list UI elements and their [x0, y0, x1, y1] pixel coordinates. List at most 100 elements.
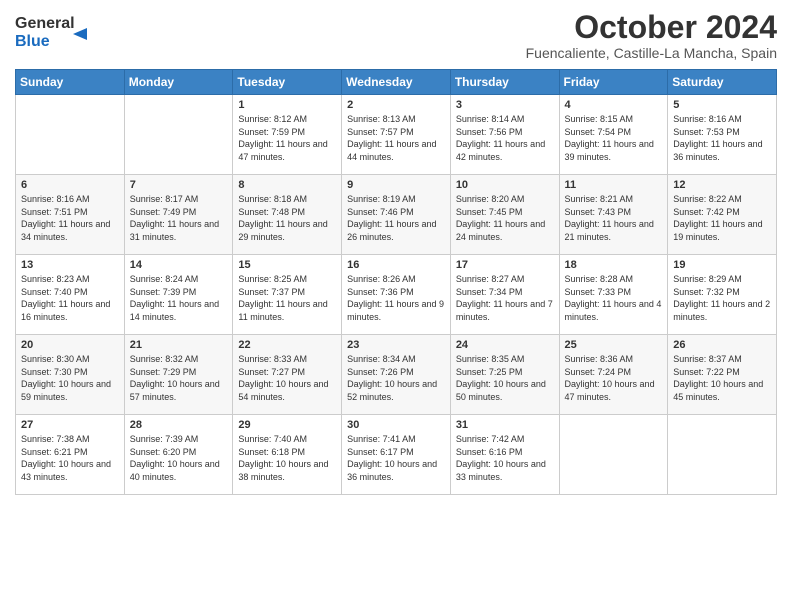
weekday-header-sunday: Sunday — [16, 70, 125, 95]
weekday-header-row: SundayMondayTuesdayWednesdayThursdayFrid… — [16, 70, 777, 95]
day-cell — [124, 95, 233, 175]
day-cell: 4 Sunrise: 8:15 AM Sunset: 7:54 PM Daylig… — [559, 95, 668, 175]
day-cell: 11 Sunrise: 8:21 AM Sunset: 7:43 PM Dayli… — [559, 175, 668, 255]
day-info: Sunrise: 8:36 AM Sunset: 7:24 PM Dayligh… — [565, 353, 663, 403]
day-number: 31 — [456, 419, 554, 431]
day-info: Sunrise: 8:14 AM Sunset: 7:56 PM Dayligh… — [456, 113, 554, 163]
day-number: 18 — [565, 259, 663, 271]
day-info: Sunrise: 8:13 AM Sunset: 7:57 PM Dayligh… — [347, 113, 445, 163]
day-info: Sunrise: 8:17 AM Sunset: 7:49 PM Dayligh… — [130, 193, 228, 243]
day-info: Sunrise: 8:29 AM Sunset: 7:32 PM Dayligh… — [673, 273, 771, 323]
day-number: 2 — [347, 99, 445, 111]
day-cell: 3 Sunrise: 8:14 AM Sunset: 7:56 PM Daylig… — [450, 95, 559, 175]
day-number: 29 — [238, 419, 336, 431]
day-number: 12 — [673, 179, 771, 191]
day-cell: 16Sunrise: 8:26 AM Sunset: 7:36 PM Dayli… — [342, 255, 451, 335]
day-cell: 26 Sunrise: 8:37 AM Sunset: 7:22 PM Dayli… — [668, 335, 777, 415]
day-number: 10 — [456, 179, 554, 191]
week-row-2: 6 Sunrise: 8:16 AM Sunset: 7:51 PM Daylig… — [16, 175, 777, 255]
weekday-header-saturday: Saturday — [668, 70, 777, 95]
day-info: Sunrise: 8:18 AM Sunset: 7:48 PM Dayligh… — [238, 193, 336, 243]
day-info: Sunrise: 8:30 AM Sunset: 7:30 PM Dayligh… — [21, 353, 119, 403]
week-row-4: 20 Sunrise: 8:30 AM Sunset: 7:30 PM Dayli… — [16, 335, 777, 415]
day-number: 17 — [456, 259, 554, 271]
week-row-3: 13 Sunrise: 8:23 AM Sunset: 7:40 PM Dayli… — [16, 255, 777, 335]
day-cell — [559, 415, 668, 495]
day-cell: 25 Sunrise: 8:36 AM Sunset: 7:24 PM Dayli… — [559, 335, 668, 415]
day-cell: 7 Sunrise: 8:17 AM Sunset: 7:49 PM Daylig… — [124, 175, 233, 255]
logo: General Blue — [15, 10, 95, 52]
day-cell: 28Sunrise: 7:39 AM Sunset: 6:20 PM Dayli… — [124, 415, 233, 495]
day-number: 3 — [456, 99, 554, 111]
day-cell: 12 Sunrise: 8:22 AM Sunset: 7:42 PM Dayli… — [668, 175, 777, 255]
day-cell: 9 Sunrise: 8:19 AM Sunset: 7:46 PM Daylig… — [342, 175, 451, 255]
day-cell: 1 Sunrise: 8:12 AM Sunset: 7:59 PM Daylig… — [233, 95, 342, 175]
day-cell: 17 Sunrise: 8:27 AM Sunset: 7:34 PM Dayli… — [450, 255, 559, 335]
day-info: Sunrise: 8:23 AM Sunset: 7:40 PM Dayligh… — [21, 273, 119, 323]
day-number: 25 — [565, 339, 663, 351]
day-info: Sunrise: 8:34 AM Sunset: 7:26 PM Dayligh… — [347, 353, 445, 403]
day-number: 15 — [238, 259, 336, 271]
day-number: 24 — [456, 339, 554, 351]
day-info: Sunrise: 8:15 AM Sunset: 7:54 PM Dayligh… — [565, 113, 663, 163]
day-info: Sunrise: 8:26 AM Sunset: 7:36 PM Dayligh… — [347, 273, 445, 323]
day-number: 19 — [673, 259, 771, 271]
title-block: October 2024 Fuencaliente, Castille-La M… — [526, 10, 777, 61]
weekday-header-thursday: Thursday — [450, 70, 559, 95]
day-info: Sunrise: 7:40 AM Sunset: 6:18 PM Dayligh… — [238, 433, 336, 483]
day-number: 22 — [238, 339, 336, 351]
month-title: October 2024 — [526, 10, 777, 45]
day-number: 1 — [238, 99, 336, 111]
day-cell: 14Sunrise: 8:24 AM Sunset: 7:39 PM Dayli… — [124, 255, 233, 335]
day-cell: 22 Sunrise: 8:33 AM Sunset: 7:27 PM Dayli… — [233, 335, 342, 415]
day-info: Sunrise: 8:32 AM Sunset: 7:29 PM Dayligh… — [130, 353, 228, 403]
day-cell: 2 Sunrise: 8:13 AM Sunset: 7:57 PM Daylig… — [342, 95, 451, 175]
day-info: Sunrise: 8:27 AM Sunset: 7:34 PM Dayligh… — [456, 273, 554, 323]
day-info: Sunrise: 7:39 AM Sunset: 6:20 PM Dayligh… — [130, 433, 228, 483]
day-info: Sunrise: 8:19 AM Sunset: 7:46 PM Dayligh… — [347, 193, 445, 243]
day-info: Sunrise: 8:28 AM Sunset: 7:33 PM Dayligh… — [565, 273, 663, 323]
day-cell: 23 Sunrise: 8:34 AM Sunset: 7:26 PM Dayli… — [342, 335, 451, 415]
day-number: 6 — [21, 179, 119, 191]
day-number: 21 — [130, 339, 228, 351]
day-number: 30 — [347, 419, 445, 431]
day-info: Sunrise: 8:37 AM Sunset: 7:22 PM Dayligh… — [673, 353, 771, 403]
day-info: Sunrise: 8:16 AM Sunset: 7:51 PM Dayligh… — [21, 193, 119, 243]
day-info: Sunrise: 7:38 AM Sunset: 6:21 PM Dayligh… — [21, 433, 119, 483]
day-info: Sunrise: 7:42 AM Sunset: 6:16 PM Dayligh… — [456, 433, 554, 483]
day-info: Sunrise: 8:21 AM Sunset: 7:43 PM Dayligh… — [565, 193, 663, 243]
calendar-table: SundayMondayTuesdayWednesdayThursdayFrid… — [15, 69, 777, 495]
weekday-header-wednesday: Wednesday — [342, 70, 451, 95]
day-cell: 21 Sunrise: 8:32 AM Sunset: 7:29 PM Dayli… — [124, 335, 233, 415]
day-info: Sunrise: 8:24 AM Sunset: 7:39 PM Dayligh… — [130, 273, 228, 323]
svg-text:Blue: Blue — [15, 33, 50, 50]
day-number: 7 — [130, 179, 228, 191]
day-info: Sunrise: 8:16 AM Sunset: 7:53 PM Dayligh… — [673, 113, 771, 163]
logo-svg: General Blue — [15, 10, 95, 52]
day-cell: 27Sunrise: 7:38 AM Sunset: 6:21 PM Dayli… — [16, 415, 125, 495]
day-cell: 15Sunrise: 8:25 AM Sunset: 7:37 PM Dayli… — [233, 255, 342, 335]
day-cell: 10 Sunrise: 8:20 AM Sunset: 7:45 PM Dayli… — [450, 175, 559, 255]
day-number: 13 — [21, 259, 119, 271]
day-info: Sunrise: 7:41 AM Sunset: 6:17 PM Dayligh… — [347, 433, 445, 483]
day-info: Sunrise: 8:22 AM Sunset: 7:42 PM Dayligh… — [673, 193, 771, 243]
day-info: Sunrise: 8:20 AM Sunset: 7:45 PM Dayligh… — [456, 193, 554, 243]
weekday-header-tuesday: Tuesday — [233, 70, 342, 95]
day-info: Sunrise: 8:33 AM Sunset: 7:27 PM Dayligh… — [238, 353, 336, 403]
day-info: Sunrise: 8:12 AM Sunset: 7:59 PM Dayligh… — [238, 113, 336, 163]
day-number: 26 — [673, 339, 771, 351]
day-number: 4 — [565, 99, 663, 111]
day-cell: 18 Sunrise: 8:28 AM Sunset: 7:33 PM Dayli… — [559, 255, 668, 335]
location-title: Fuencaliente, Castille-La Mancha, Spain — [526, 45, 777, 61]
day-cell: 5Sunrise: 8:16 AM Sunset: 7:53 PM Daylig… — [668, 95, 777, 175]
day-cell — [16, 95, 125, 175]
svg-text:General: General — [15, 15, 75, 32]
day-info: Sunrise: 8:35 AM Sunset: 7:25 PM Dayligh… — [456, 353, 554, 403]
day-number: 11 — [565, 179, 663, 191]
day-cell: 20 Sunrise: 8:30 AM Sunset: 7:30 PM Dayli… — [16, 335, 125, 415]
day-number: 20 — [21, 339, 119, 351]
header: General Blue October 2024 Fuencaliente, … — [15, 10, 777, 61]
day-number: 23 — [347, 339, 445, 351]
day-number: 9 — [347, 179, 445, 191]
day-cell: 13 Sunrise: 8:23 AM Sunset: 7:40 PM Dayli… — [16, 255, 125, 335]
